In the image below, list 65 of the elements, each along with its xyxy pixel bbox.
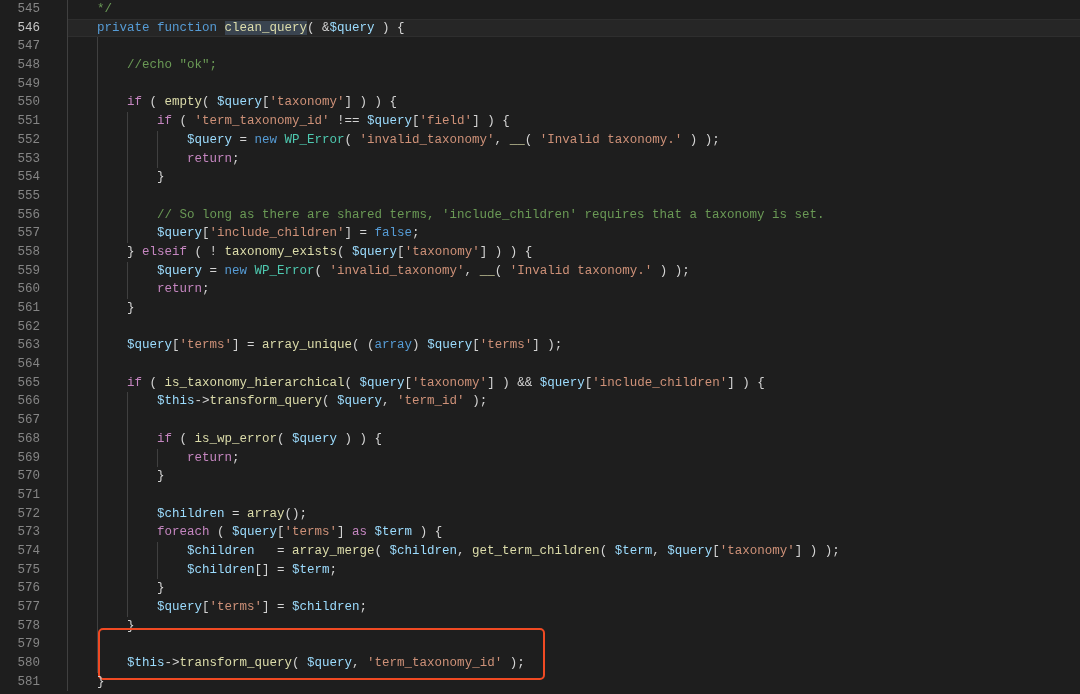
line-number: 576: [16, 580, 41, 598]
line-number: 578: [16, 617, 41, 635]
code-line: $children = array();: [157, 506, 308, 521]
code-line: */: [97, 2, 112, 16]
line-number: 563: [16, 337, 41, 355]
line-number: 549: [16, 75, 41, 93]
code-line: return;: [157, 282, 210, 297]
code-line: foreach ( $query['terms'] as $term ) {: [157, 525, 443, 540]
line-number: 556: [16, 206, 41, 224]
line-number: 562: [16, 318, 41, 336]
code-line: if ( empty( $query['taxonomy'] ) ) {: [127, 95, 398, 110]
line-number: 561: [16, 300, 41, 317]
line-number: 573: [16, 524, 41, 542]
line-number: 564: [16, 356, 41, 374]
line-number: 566: [16, 393, 41, 411]
line-number: 548: [16, 57, 41, 75]
line-number: 551: [16, 113, 41, 131]
line-number: 572: [16, 505, 41, 523]
line-number: 571: [16, 486, 41, 504]
code-line: $query['include_children'] = false;: [157, 226, 420, 241]
code-line: } elseif ( ! taxonomy_exists( $query['taxonomy'] ) ) {: [127, 244, 533, 259]
code-line: return;: [187, 151, 240, 166]
line-number: 547: [16, 38, 41, 56]
line-number: 545: [16, 1, 41, 18]
code-line: if ( 'term_taxonomy_id' !== $query['field'] ) {: [157, 114, 510, 129]
line-number: 570: [16, 468, 41, 486]
code-line: $query = new WP_Error( 'invalid_taxonomy', __( 'Invalid taxonomy.' ) );: [187, 132, 720, 147]
line-number: 567: [16, 412, 41, 430]
line-number: 555: [16, 187, 41, 205]
code-line: }: [157, 469, 165, 484]
line-number: 565: [16, 374, 41, 392]
line-number: 546: [16, 19, 41, 37]
code-line: $this->transform_query( $query, 'term_taxonomy_id' );: [127, 656, 525, 671]
line-number: 577: [16, 599, 41, 616]
code-line: $children[] = $term;: [187, 562, 338, 577]
code-line: $query['terms'] = $children;: [157, 600, 368, 614]
code-line: // So long as there are shared terms, 'include_children' requires that a taxonomy is set.: [157, 207, 825, 222]
line-number: 569: [16, 449, 41, 467]
code-line: if ( is_taxonomy_hierarchical( $query['taxonomy'] ) && $query['include_children'] ) {: [127, 375, 765, 390]
code-line: $query = new WP_Error( 'invalid_taxonomy', __( 'Invalid taxonomy.' ) );: [157, 263, 690, 278]
code-line: return;: [187, 450, 240, 465]
line-number: 568: [16, 430, 41, 448]
code-line: //echo "ok";: [127, 58, 217, 73]
line-number: 574: [16, 542, 41, 560]
line-number: 575: [16, 561, 41, 579]
code-line: $children = array_merge( $children, get_term_children( $term, $query['taxonomy'] ) );: [187, 543, 840, 558]
line-number: 557: [16, 225, 41, 243]
line-number: 579: [16, 636, 41, 654]
code-line: }: [157, 581, 165, 596]
line-number: 581: [16, 673, 41, 691]
code-line: if ( is_wp_error( $query ) ) {: [157, 431, 383, 446]
line-number: 560: [16, 281, 41, 299]
line-number: 552: [16, 131, 41, 149]
code-line: $this->transform_query( $query, 'term_id' );: [157, 394, 488, 409]
line-number: 553: [16, 150, 41, 168]
code-line: }: [97, 674, 105, 689]
code-line: }: [157, 170, 165, 185]
code-line: $query['terms'] = array_unique( (array) $query['terms'] );: [127, 338, 563, 353]
line-number: 550: [16, 94, 41, 112]
code-line: private function clean_query( &$query ) {: [97, 20, 405, 35]
line-number: 554: [16, 169, 41, 187]
code-line: }: [127, 301, 135, 315]
line-number: 559: [16, 262, 41, 280]
line-number: 558: [16, 243, 41, 261]
line-number: 580: [16, 655, 41, 673]
